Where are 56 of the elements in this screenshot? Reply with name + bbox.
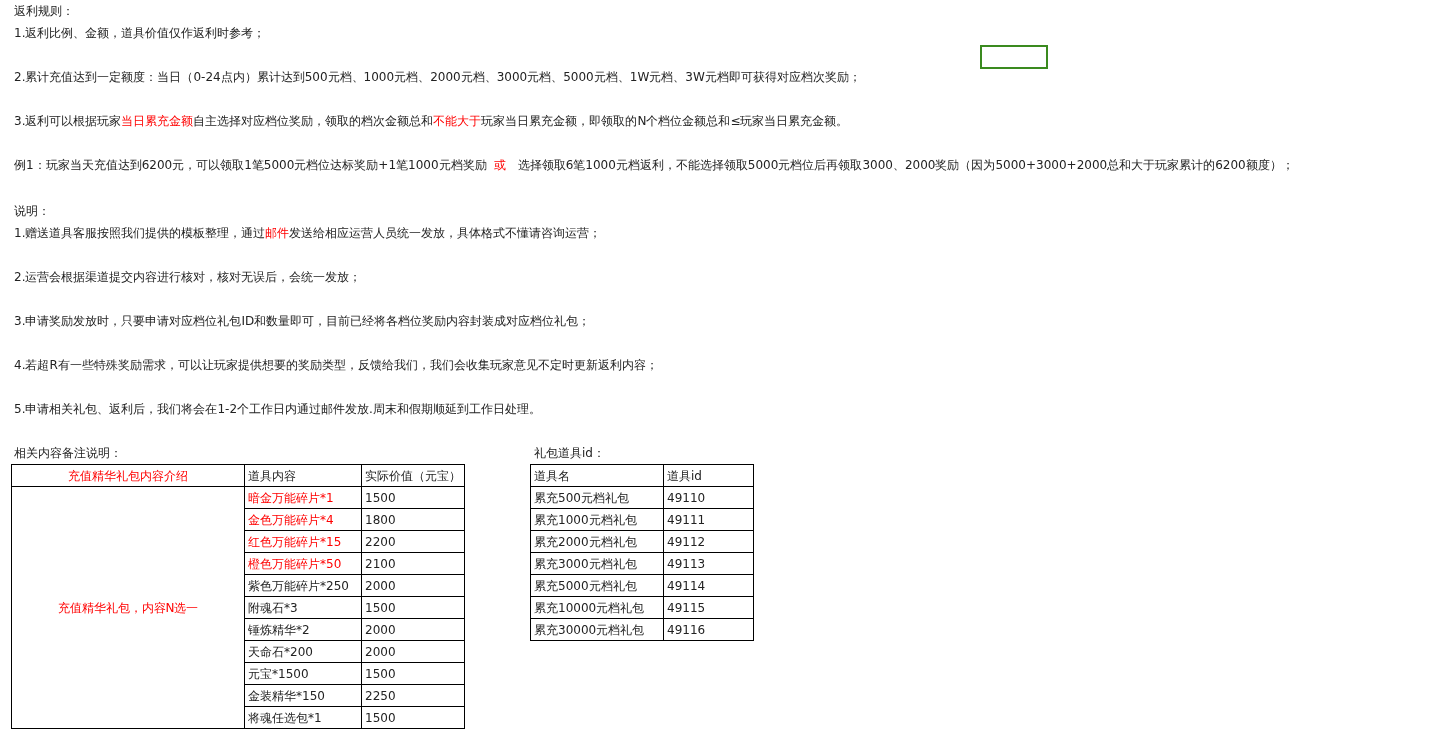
- table-cell: 1800: [361, 508, 465, 531]
- cell-cursor: [980, 45, 1048, 69]
- rule-text: 1.返利比例、金额，道具价值仅作返利时参考；: [14, 25, 266, 42]
- note-text: 5.申请相关礼包、返利后，我们将会在1-2个工作日内通过邮件发放.周末和假期顺延到工作日处理。: [14, 401, 541, 418]
- table-cell: 49110: [663, 486, 754, 509]
- table-cell: 元宝*1500: [244, 662, 362, 685]
- table-cell: 2100: [361, 552, 465, 575]
- table-cell: 累充1000元档礼包: [530, 508, 664, 531]
- note-text: 4.若超R有一些特殊奖励需求，可以让玩家提供想要的奖励类型，反馈给我们，我们会收集玩家意见不定时更新返利内容；: [14, 357, 658, 374]
- table-caption: 礼包道具id：: [534, 445, 605, 462]
- table-cell: 49115: [663, 596, 754, 619]
- section-title: 说明：: [14, 203, 50, 220]
- table-cell: 2200: [361, 530, 465, 553]
- section-title: 返利规则：: [14, 3, 74, 20]
- table-cell: 天命石*200: [244, 640, 362, 663]
- table-cell: 累充30000元档礼包: [530, 618, 664, 641]
- table-cell: 暗金万能碎片*1: [244, 486, 362, 509]
- table-cell: 1500: [361, 596, 465, 619]
- merged-cell: 充值精华礼包，内容N选一: [11, 486, 245, 729]
- note-text: 1.赠送道具客服按照我们提供的模板整理，通过邮件发送给相应运营人员统一发放，具体格式不懂请咨询运营；: [14, 225, 602, 242]
- table-cell: 橙色万能碎片*50: [244, 552, 362, 575]
- table-cell: 49112: [663, 530, 754, 553]
- column-header: 充值精华礼包内容介绍: [11, 464, 245, 487]
- column-header: 道具名: [530, 464, 664, 487]
- table-cell: 2000: [361, 640, 465, 663]
- table-cell: 累充10000元档礼包: [530, 596, 664, 619]
- note-text: 3.申请奖励发放时，只要申请对应档位礼包ID和数量即可，目前已经将各档位奖励内容封装成对应档位礼包；: [14, 313, 591, 330]
- column-header: 实际价值（元宝）: [361, 464, 465, 487]
- table-cell: 49114: [663, 574, 754, 597]
- table-caption: 相关内容备注说明：: [14, 445, 122, 462]
- table-cell: 2000: [361, 618, 465, 641]
- table-cell: 累充2000元档礼包: [530, 530, 664, 553]
- note-text: 2.运营会根据渠道提交内容进行核对，核对无误后，会统一发放；: [14, 269, 362, 286]
- column-header: 道具id: [663, 464, 754, 487]
- table-cell: 49116: [663, 618, 754, 641]
- table-cell: 2000: [361, 574, 465, 597]
- rule-text: 3.返利可以根据玩家当日累充金额自主选择对应档位奖励，领取的档次金额总和不能大于玩家当日累充金额，即领取的N个档位金额总和≤玩家当日累充金额。: [14, 113, 849, 130]
- column-header: 道具内容: [244, 464, 362, 487]
- table-cell: 2250: [361, 684, 465, 707]
- table-cell: 49113: [663, 552, 754, 575]
- table-cell: 累充5000元档礼包: [530, 574, 664, 597]
- table-cell: 1500: [361, 486, 465, 509]
- rule-text: 例1：玩家当天充值达到6200元，可以领取1笔5000元档位达标奖励+1笔1000元档奖励 或 选择领取6笔1000元档返利，不能选择领取5000元档位后再领取3000、2000奖励（因为5000+3000+2000总和大于玩家累计的6200额度）；: [14, 157, 1294, 174]
- rule-text: 2.累计充值达到一定额度：当日（0-24点内）累计达到500元档、1000元档、2000元档、3000元档、5000元档、1W元档、3W元档即可获得对应档次奖励；: [14, 69, 861, 86]
- table-cell: 将魂任选包*1: [244, 706, 362, 729]
- table-cell: 累充500元档礼包: [530, 486, 664, 509]
- table-cell: 1500: [361, 706, 465, 729]
- table-cell: 附魂石*3: [244, 596, 362, 619]
- table-cell: 累充3000元档礼包: [530, 552, 664, 575]
- table-cell: 紫色万能碎片*250: [244, 574, 362, 597]
- table-cell: 1500: [361, 662, 465, 685]
- table-cell: 锤炼精华*2: [244, 618, 362, 641]
- table-cell: 金装精华*150: [244, 684, 362, 707]
- table-cell: 红色万能碎片*15: [244, 530, 362, 553]
- table-cell: 49111: [663, 508, 754, 531]
- table-cell: 金色万能碎片*4: [244, 508, 362, 531]
